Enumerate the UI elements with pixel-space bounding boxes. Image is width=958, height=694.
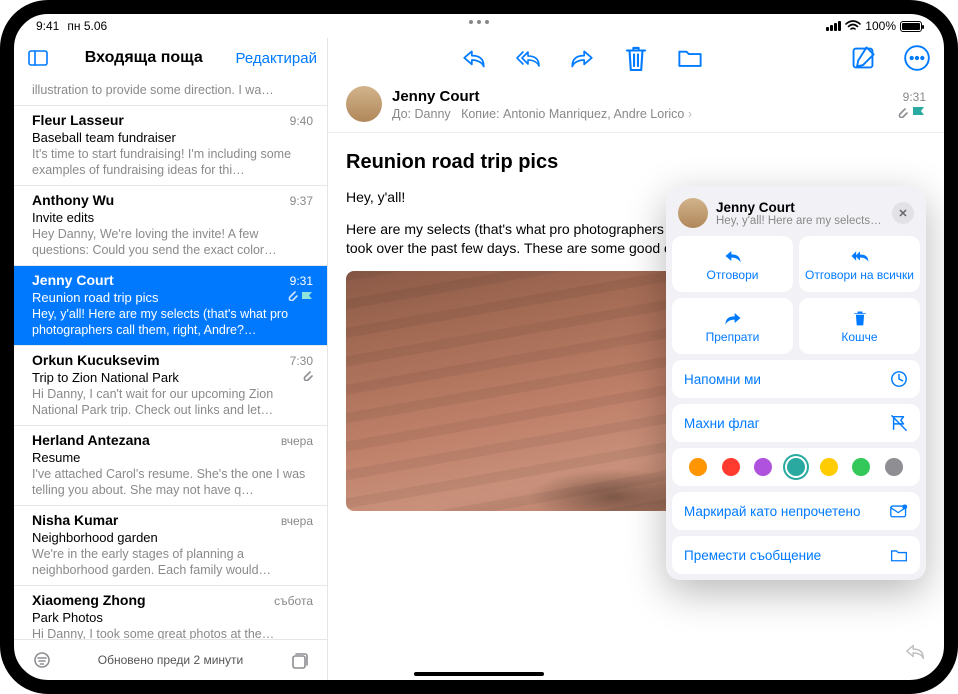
actions-popover: Jenny Court Hey, y'all! Here are my sele…: [666, 186, 926, 580]
reply-all-icon[interactable]: [515, 45, 541, 71]
trash-button[interactable]: Кошче: [799, 298, 920, 354]
list-item[interactable]: Orkun Kucuksevim7:30Trip to Zion Nationa…: [14, 346, 327, 426]
reply-all-button[interactable]: Отговори на всички: [799, 236, 920, 292]
remind-me-button[interactable]: Напомни ми: [672, 360, 920, 398]
list-item[interactable]: Jenny Court9:31Reunion road trip picsHey…: [14, 266, 327, 346]
compose-stack-icon[interactable]: [285, 646, 313, 674]
battery-percent: 100%: [865, 19, 896, 33]
flag-color-dot[interactable]: [754, 458, 772, 476]
close-icon[interactable]: ✕: [892, 202, 914, 224]
list-item[interactable]: Nisha KumarвчераNeighborhood gardenWe're…: [14, 506, 327, 586]
move-message-button[interactable]: Премести съобщение: [672, 536, 920, 574]
flag-color-dot[interactable]: [885, 458, 903, 476]
edit-button[interactable]: Редактирай: [236, 50, 318, 67]
sidebar-toggle-icon[interactable]: [24, 44, 52, 72]
list-item[interactable]: Fleur Lasseur9:40Baseball team fundraise…: [14, 106, 327, 186]
list-item[interactable]: illustration to provide some direction. …: [14, 76, 327, 106]
message-recipients[interactable]: До: Danny Копие: Antonio Manriquez, Andr…: [392, 107, 692, 121]
avatar: [346, 86, 382, 122]
quick-reply-icon[interactable]: [904, 641, 926, 666]
flag-color-dot[interactable]: [787, 458, 805, 476]
message-sender: Jenny Court: [392, 88, 692, 105]
reply-button[interactable]: Отговори: [672, 236, 793, 292]
flag-icon: [912, 106, 926, 118]
popover-preview: Hey, y'all! Here are my selects (that's…: [716, 215, 884, 227]
list-item[interactable]: Anthony Wu9:37Invite editsHey Danny, We'…: [14, 186, 327, 266]
message-time: 9:31: [896, 90, 926, 104]
flag-colors: [672, 448, 920, 486]
sidebar-status: Обновено преди 2 минути: [98, 653, 243, 667]
flag-color-dot[interactable]: [820, 458, 838, 476]
status-time: 9:41: [36, 19, 59, 33]
filter-icon[interactable]: [28, 646, 56, 674]
flag-color-dot[interactable]: [689, 458, 707, 476]
multitask-dots[interactable]: [469, 20, 489, 24]
list-item[interactable]: Xiaomeng ZhongсъботаPark PhotosHi Danny,…: [14, 586, 327, 639]
flag-color-dot[interactable]: [722, 458, 740, 476]
attachment-icon: [896, 106, 908, 118]
status-bar: 9:41 пн 5.06 100%: [14, 14, 944, 38]
toolbar: [328, 38, 944, 78]
status-date: пн 5.06: [67, 19, 107, 33]
popover-avatar: [678, 198, 708, 228]
message-header: Jenny Court До: Danny Копие: Antonio Man…: [328, 78, 944, 133]
forward-button[interactable]: Препрати: [672, 298, 793, 354]
reply-icon[interactable]: [461, 45, 487, 71]
wifi-icon: [845, 20, 861, 32]
more-icon[interactable]: [904, 45, 930, 71]
popover-sender: Jenny Court: [716, 200, 884, 215]
compose-icon[interactable]: [850, 45, 876, 71]
forward-icon[interactable]: [569, 45, 595, 71]
unflag-button[interactable]: Махни флаг: [672, 404, 920, 442]
battery-icon: [900, 21, 922, 32]
message-subject: Reunion road trip pics: [346, 151, 926, 174]
inbox-title: Входяща поща: [60, 49, 228, 67]
list-item[interactable]: Herland AntezanaвчераResumeI've attached…: [14, 426, 327, 506]
mark-unread-button[interactable]: Маркирай като непрочетено: [672, 492, 920, 530]
inbox-sidebar: Входяща поща Редактирай illustration to …: [14, 38, 328, 680]
message-pane: Jenny Court До: Danny Копие: Antonio Man…: [328, 38, 944, 680]
flag-color-dot[interactable]: [852, 458, 870, 476]
signal-icon: [826, 21, 841, 31]
message-list[interactable]: illustration to provide some direction. …: [14, 76, 327, 639]
home-indicator[interactable]: [414, 672, 544, 676]
trash-icon[interactable]: [623, 45, 649, 71]
folder-icon[interactable]: [677, 45, 703, 71]
